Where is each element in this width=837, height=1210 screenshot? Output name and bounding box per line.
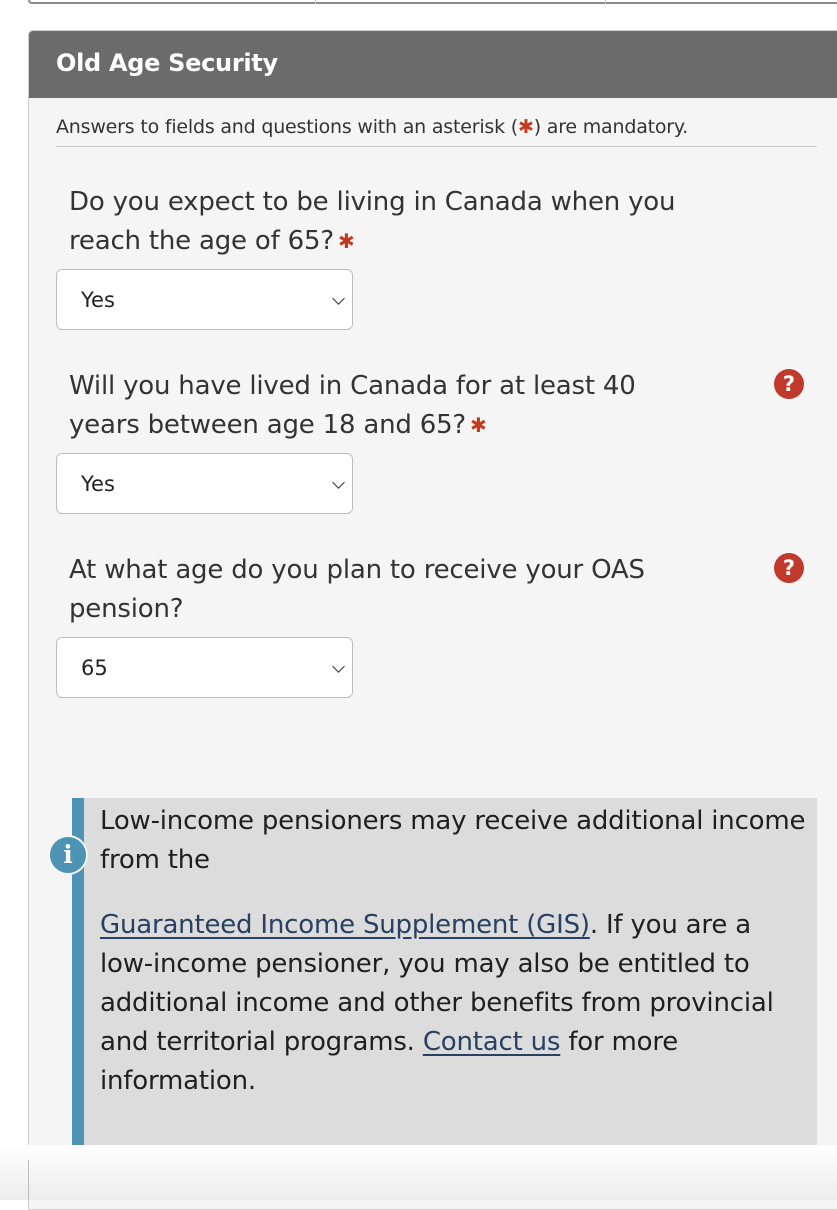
question-oas-start-age: At what age do you plan to receive your … bbox=[69, 551, 689, 629]
question-label: Do you expect to be living in Canada whe… bbox=[69, 187, 676, 256]
chevron-down-icon bbox=[332, 476, 345, 489]
oas-panel: Old Age Security Answers to fields and q… bbox=[28, 30, 837, 1210]
divider bbox=[605, 0, 606, 4]
info-text-intro: Low-income pensioners may receive additi… bbox=[100, 806, 806, 875]
required-asterisk-icon: ✱ bbox=[470, 413, 487, 437]
gis-link[interactable]: Guaranteed Income Supplement (GIS) bbox=[100, 910, 590, 940]
oas-start-age-select[interactable]: 65 bbox=[56, 637, 353, 698]
select-value: Yes bbox=[81, 472, 115, 496]
panel-header: Old Age Security bbox=[29, 31, 837, 98]
lived-40-years-select[interactable]: Yes bbox=[56, 453, 353, 514]
question-lived-40-years: Will you have lived in Canada for at lea… bbox=[69, 367, 709, 445]
chevron-down-icon bbox=[332, 292, 345, 305]
select-value: 65 bbox=[81, 656, 108, 680]
divider bbox=[28, 1160, 29, 1200]
chevron-down-icon bbox=[332, 660, 345, 673]
asterisk-icon: ✱ bbox=[517, 116, 534, 138]
question-circle-icon[interactable]: ? bbox=[774, 553, 804, 583]
mandatory-note-text: Answers to fields and questions with an … bbox=[56, 116, 518, 138]
question-label: Will you have lived in Canada for at lea… bbox=[69, 371, 636, 440]
footer-shade bbox=[0, 1145, 837, 1200]
question-label: At what age do you plan to receive your … bbox=[69, 555, 645, 624]
divider bbox=[56, 146, 817, 147]
divider bbox=[315, 0, 316, 4]
question-circle-icon[interactable]: ? bbox=[774, 369, 804, 399]
required-asterisk-icon: ✱ bbox=[337, 229, 355, 253]
gis-info-box: i Low-income pensioners may receive addi… bbox=[48, 798, 817, 1147]
mandatory-note: Answers to fields and questions with an … bbox=[56, 116, 816, 138]
contact-us-link[interactable]: Contact us bbox=[423, 1027, 561, 1057]
info-text-body: Guaranteed Income Supplement (GIS). If y… bbox=[100, 906, 810, 1101]
info-circle-icon: i bbox=[48, 835, 88, 875]
mandatory-note-text-end: ) are mandatory. bbox=[533, 116, 689, 138]
previous-section-bottom bbox=[28, 0, 837, 4]
select-value: Yes bbox=[81, 288, 115, 312]
question-living-in-canada: Do you expect to be living in Canada whe… bbox=[69, 183, 709, 261]
section-title: Old Age Security bbox=[56, 49, 278, 77]
living-in-canada-select[interactable]: Yes bbox=[56, 269, 353, 330]
